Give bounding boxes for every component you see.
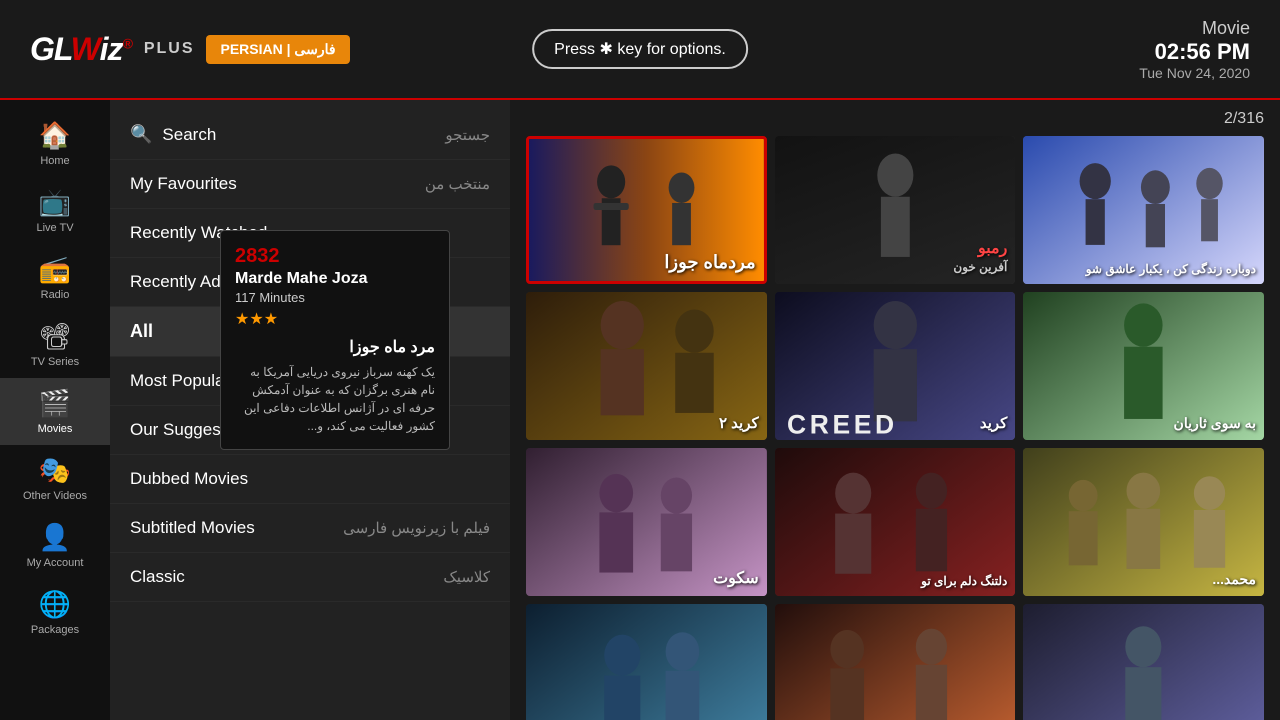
dubbed-label: Dubbed Movies <box>130 469 248 489</box>
sidebar-item-tvseries[interactable]: 📽 TV Series <box>0 311 110 378</box>
tooltip-title-fa: مرد ماه جوزا <box>235 337 435 357</box>
sidebar-label-home: Home <box>40 155 69 167</box>
tooltip-stars: ★★★ <box>235 309 435 329</box>
header-right: Movie 02:56 PM Tue Nov 24, 2020 <box>1139 18 1250 81</box>
menu-panel: 🔍 Search جستجو My Favourites منتخب من Re… <box>110 100 510 720</box>
movies-icon: 🎬 <box>39 388 71 419</box>
account-icon: 👤 <box>39 522 71 553</box>
movie-title-9: محمد... <box>1031 571 1256 588</box>
movie-card-4[interactable]: کرید ۲ <box>526 292 767 440</box>
movie-title-8: دلتنگ دلم برای تو <box>783 574 1008 588</box>
movie-card-2[interactable]: رمبوآفرین خون <box>775 136 1016 284</box>
subtitled-fa: فیلم با زیرنویس فارسی <box>343 519 490 537</box>
content-area: 2/316 <box>510 100 1280 720</box>
sidebar-item-livetv[interactable]: 📺 Live TV <box>0 177 110 244</box>
all-label: All <box>130 321 153 342</box>
menu-search[interactable]: 🔍 Search جستجو <box>110 110 510 160</box>
movie-title-1: مردماه جوزا <box>537 252 756 273</box>
page-count: 2/316 <box>1224 110 1264 128</box>
sidebar-item-packages[interactable]: 🌐 Packages <box>0 579 110 646</box>
sidebar-item-radio[interactable]: 📻 Radio <box>0 244 110 311</box>
search-icon: 🔍 <box>130 124 152 145</box>
tooltip-id: 2832 <box>235 245 435 268</box>
header-section: Movie <box>1139 18 1250 39</box>
movie-title-5: کرید <box>783 414 1008 432</box>
logo: GLWiz® <box>30 31 132 68</box>
header: GLWiz® PLUS PERSIAN | فارسی Press ✱ key … <box>0 0 1280 100</box>
sidebar-label-radio: Radio <box>41 289 70 301</box>
movie-title-3: دوباره زندگی کن ، یکبار عاشق شو <box>1031 262 1256 276</box>
movie-card-9[interactable]: محمد... <box>1023 448 1264 596</box>
movie-card-6[interactable]: به سوی ثاریان <box>1023 292 1264 440</box>
menu-subtitled[interactable]: Subtitled Movies فیلم با زیرنویس فارسی <box>110 504 510 553</box>
sidebar-item-othervideos[interactable]: 🎭 Other Videos <box>0 445 110 512</box>
menu-classic[interactable]: Classic کلاسیک <box>110 553 510 602</box>
header-time: 02:56 PM <box>1139 39 1250 65</box>
tooltip-title: Marde Mahe Joza <box>235 270 435 288</box>
sidebar-item-movies[interactable]: 🎬 Movies <box>0 378 110 445</box>
movie-title-4: کرید ۲ <box>534 414 759 432</box>
home-icon: 🏠 <box>39 120 71 151</box>
movie-card-3[interactable]: دوباره زندگی کن ، یکبار عاشق شو <box>1023 136 1264 284</box>
logo-area: GLWiz® PLUS PERSIAN | فارسی <box>30 31 350 68</box>
tooltip-popup: 2832 Marde Mahe Joza 117 Minutes ★★★ مرد… <box>220 230 450 450</box>
sidebar-label-movies: Movies <box>38 423 73 435</box>
movie-card-1[interactable]: مردماه جوزا <box>526 136 767 284</box>
press-key-hint: Press ✱ key for options. <box>532 29 748 69</box>
movie-card-8[interactable]: دلتنگ دلم برای تو <box>775 448 1016 596</box>
header-center: Press ✱ key for options. <box>532 29 748 69</box>
movies-grid: مردماه جوزا <box>526 136 1264 720</box>
menu-dubbed[interactable]: Dubbed Movies <box>110 455 510 504</box>
language-badge[interactable]: PERSIAN | فارسی <box>206 35 349 64</box>
movie-card-10[interactable]: حق <box>526 604 767 720</box>
tooltip-duration: 117 Minutes <box>235 290 435 305</box>
sidebar-label-othervideos: Other Videos <box>23 490 87 502</box>
tvseries-icon: 📽 <box>38 321 71 352</box>
favourites-fa: منتخب من <box>425 175 490 193</box>
movie-card-7[interactable]: سکوت <box>526 448 767 596</box>
radio-icon: 📻 <box>39 254 71 285</box>
tooltip-description: یک کهنه سرباز نیروی دریایی آمریکا به نام… <box>235 363 435 435</box>
classic-label: Classic <box>130 567 185 587</box>
sidebar-label-packages: Packages <box>31 624 79 636</box>
most-popular-label: Most Popular <box>130 371 230 391</box>
sidebar-item-account[interactable]: 👤 My Account <box>0 512 110 579</box>
search-fa: جستجو <box>445 126 490 144</box>
othervideos-icon: 🎭 <box>39 455 71 486</box>
menu-favourites[interactable]: My Favourites منتخب من <box>110 160 510 209</box>
subtitled-label: Subtitled Movies <box>130 518 255 538</box>
movie-card-11[interactable] <box>775 604 1016 720</box>
header-date: Tue Nov 24, 2020 <box>1139 65 1250 81</box>
movie-title-2: رمبوآفرین خون <box>783 238 1008 276</box>
sidebar-label-account: My Account <box>27 557 84 569</box>
livetv-icon: 📺 <box>39 187 71 218</box>
sidebar-label-tvseries: TV Series <box>31 356 79 368</box>
sidebar: 🏠 Home 📺 Live TV 📻 Radio 📽 TV Series 🎬 M… <box>0 100 110 720</box>
classic-fa: کلاسیک <box>443 568 490 586</box>
content-header: 2/316 <box>526 110 1264 128</box>
logo-plus: PLUS <box>144 40 195 58</box>
movie-card-12[interactable]: موش گیر <box>1023 604 1264 720</box>
packages-icon: 🌐 <box>39 589 71 620</box>
sidebar-label-livetv: Live TV <box>36 222 73 234</box>
movie-card-5[interactable]: CREED کرید <box>775 292 1016 440</box>
main-content: 🏠 Home 📺 Live TV 📻 Radio 📽 TV Series 🎬 M… <box>0 100 1280 720</box>
search-label: Search <box>162 125 216 145</box>
movie-title-6: به سوی ثاریان <box>1031 415 1256 432</box>
movie-title-7: سکوت <box>534 568 759 588</box>
sidebar-item-home[interactable]: 🏠 Home <box>0 110 110 177</box>
favourites-label: My Favourites <box>130 174 237 194</box>
